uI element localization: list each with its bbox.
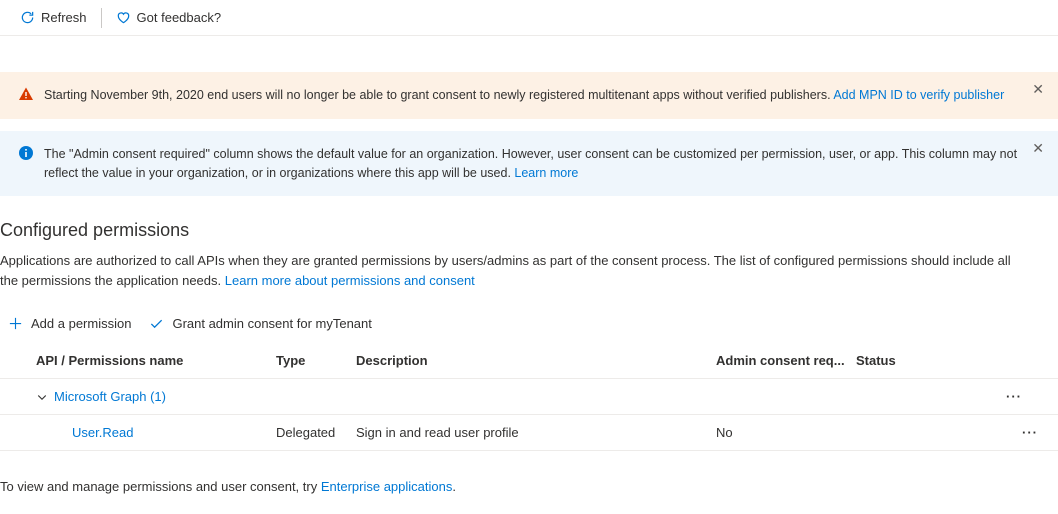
col-header-type: Type bbox=[276, 353, 356, 368]
table-header: API / Permissions name Type Description … bbox=[0, 343, 1058, 379]
permission-admin-consent: No bbox=[716, 425, 856, 440]
permission-description: Sign in and read user profile bbox=[356, 425, 716, 440]
close-icon[interactable]: ✕ bbox=[1032, 82, 1044, 96]
plus-icon bbox=[8, 316, 23, 331]
feedback-button[interactable]: Got feedback? bbox=[108, 6, 230, 29]
table-row: User.Read Delegated Sign in and read use… bbox=[0, 415, 1058, 451]
command-bar: Refresh Got feedback? bbox=[0, 0, 1058, 36]
refresh-label: Refresh bbox=[41, 10, 87, 25]
col-header-status: Status bbox=[856, 353, 976, 368]
add-permission-label: Add a permission bbox=[31, 316, 131, 331]
toolbar-divider bbox=[101, 8, 102, 28]
close-icon[interactable]: ✕ bbox=[1032, 141, 1044, 155]
section-title: Configured permissions bbox=[0, 220, 1058, 241]
heart-icon bbox=[116, 10, 131, 25]
enterprise-applications-link[interactable]: Enterprise applications bbox=[321, 479, 453, 494]
info-learn-more-link[interactable]: Learn more bbox=[514, 166, 578, 180]
admin-consent-info-banner: The "Admin consent required" column show… bbox=[0, 131, 1058, 197]
chevron-down-icon bbox=[36, 391, 48, 403]
permission-name[interactable]: User.Read bbox=[36, 425, 276, 440]
grant-admin-consent-label: Grant admin consent for myTenant bbox=[172, 316, 371, 331]
warning-icon bbox=[18, 86, 34, 102]
row-more-button[interactable]: ··· bbox=[976, 425, 1058, 440]
permissions-consent-learn-more-link[interactable]: Learn more about permissions and consent bbox=[225, 273, 475, 288]
feedback-label: Got feedback? bbox=[137, 10, 222, 25]
api-group-name[interactable]: Microsoft Graph (1) bbox=[54, 389, 166, 404]
refresh-icon bbox=[20, 10, 35, 25]
group-more-button[interactable]: ··· bbox=[1006, 389, 1042, 404]
col-header-description: Description bbox=[356, 353, 716, 368]
warning-text: Starting November 9th, 2020 end users wi… bbox=[44, 88, 833, 102]
checkmark-icon bbox=[149, 316, 164, 331]
verify-publisher-link[interactable]: Add MPN ID to verify publisher bbox=[833, 88, 1004, 102]
permissions-action-bar: Add a permission Grant admin consent for… bbox=[0, 308, 1058, 343]
grant-admin-consent-button[interactable]: Grant admin consent for myTenant bbox=[149, 316, 371, 331]
footer-note: To view and manage permissions and user … bbox=[0, 451, 1058, 514]
permission-type: Delegated bbox=[276, 425, 356, 440]
add-permission-button[interactable]: Add a permission bbox=[8, 316, 131, 331]
section-description: Applications are authorized to call APIs… bbox=[0, 251, 1020, 290]
permissions-table: API / Permissions name Type Description … bbox=[0, 343, 1058, 451]
publisher-warning-banner: Starting November 9th, 2020 end users wi… bbox=[0, 72, 1058, 119]
col-header-name: API / Permissions name bbox=[36, 353, 276, 368]
col-header-admin-consent: Admin consent req... bbox=[716, 353, 856, 368]
api-group-row[interactable]: Microsoft Graph (1) ··· bbox=[0, 379, 1058, 415]
refresh-button[interactable]: Refresh bbox=[12, 6, 95, 29]
info-icon bbox=[18, 145, 34, 161]
